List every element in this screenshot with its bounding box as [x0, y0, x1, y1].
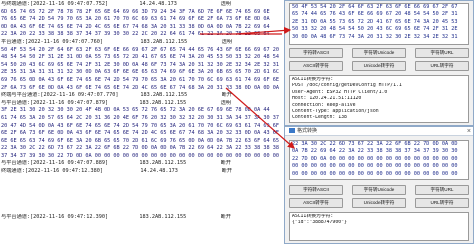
app-icon	[289, 128, 295, 134]
hex-line: 2E 31 0D 0A 55 73 65 72 2D 41 67 65 6E 7…	[292, 18, 458, 25]
close-icon[interactable]: ×	[467, 127, 471, 136]
button-row-encode: 字符转ASCII 字符转Unicode 字符转URL	[289, 48, 469, 59]
hex-line: 50 4F 53 54 20 2F 64 6F 63 2F 63 6F 6E 6…	[292, 4, 458, 10]
convert-button[interactable]: Unicode转字符	[352, 61, 406, 71]
hex-input-area[interactable]: 50 4F 53 54 20 2F 64 6F 63 2F 63 6F 6E 6…	[289, 3, 469, 45]
hex-line: 00 00 00 00 00 00 00 00 00 00 00 00 00 0…	[292, 163, 458, 170]
button-row-decode: ASCII转字符 Unicode转字符 URL转字符	[289, 198, 469, 209]
convert-button[interactable]: Unicode转字符	[352, 198, 406, 208]
hex-line: 22 3A 30 2C 22 6D 73 67 22 3A 22 6F 6B 2…	[292, 141, 458, 147]
convert-button[interactable]: ASCII转字符	[289, 198, 343, 208]
convert-button[interactable]: 字符转ASCII	[289, 185, 343, 195]
hex-line: 00 00 00 00 00 00 00 00 00 00 00 00 00 0…	[292, 170, 458, 177]
window-titlebar: 格式转换 ×	[285, 127, 473, 136]
hex-line: 0A 7B 22 69 64 22 3A 22 33 38 38 38 37 3…	[292, 148, 458, 155]
convert-button[interactable]: 字符转ASCII	[289, 48, 343, 58]
result-line: {"id":"3888747900"}	[292, 220, 347, 226]
hex-line: 65 74 44 65 76 43 6F 6E 66 69 67 20 48 5…	[292, 11, 458, 18]
button-row-decode: ASCII转字符 Unicode转字符 URL转字符	[289, 61, 469, 72]
hex-line: 30 0D 0A 48 6F 73 74 3A 20 31 32 30 2E 3…	[292, 33, 458, 40]
result-text-area[interactable]: ASCII转换为字符: {"id":"3888747900"}	[289, 212, 469, 241]
hex-input-area[interactable]: 22 3A 30 2C 22 6D 73 67 22 3A 22 6F 6B 2…	[289, 140, 469, 180]
hex-line: 22 7D 0D 0A 00 00 00 00 00 00 00 00 00 0…	[292, 155, 458, 162]
convert-button[interactable]: 字符转Unicode	[352, 185, 406, 195]
convert-button[interactable]: URL转字符	[415, 61, 469, 71]
convert-button[interactable]: ASCII转字符	[289, 61, 343, 71]
button-row-encode: 字符转ASCII 字符转Unicode 字符转URL	[289, 185, 469, 196]
convert-button[interactable]: 字符转Unicode	[352, 48, 406, 58]
convert-button[interactable]: URL转字符	[415, 198, 469, 208]
convert-button[interactable]: 字符转URL	[415, 185, 469, 195]
converter-panel-top: 50 4F 53 54 20 2F 64 6F 63 2F 63 6F 6E 6…	[284, 0, 474, 126]
result-line: Content-Length: 138	[292, 115, 347, 121]
converter-panel-bottom: 格式转换 × 22 3A 30 2C 22 6D 73 67 22 3A 22 …	[284, 126, 474, 244]
hex-line: 50 33 32 20 48 54 54 50 20 43 6C 69 65 6…	[292, 26, 458, 33]
result-text-area[interactable]: ASCII转换为字符: POST /doc/config/getDevConfi…	[289, 75, 469, 123]
window-title: 格式转换	[297, 128, 318, 134]
convert-button[interactable]: 字符转URL	[415, 48, 469, 58]
